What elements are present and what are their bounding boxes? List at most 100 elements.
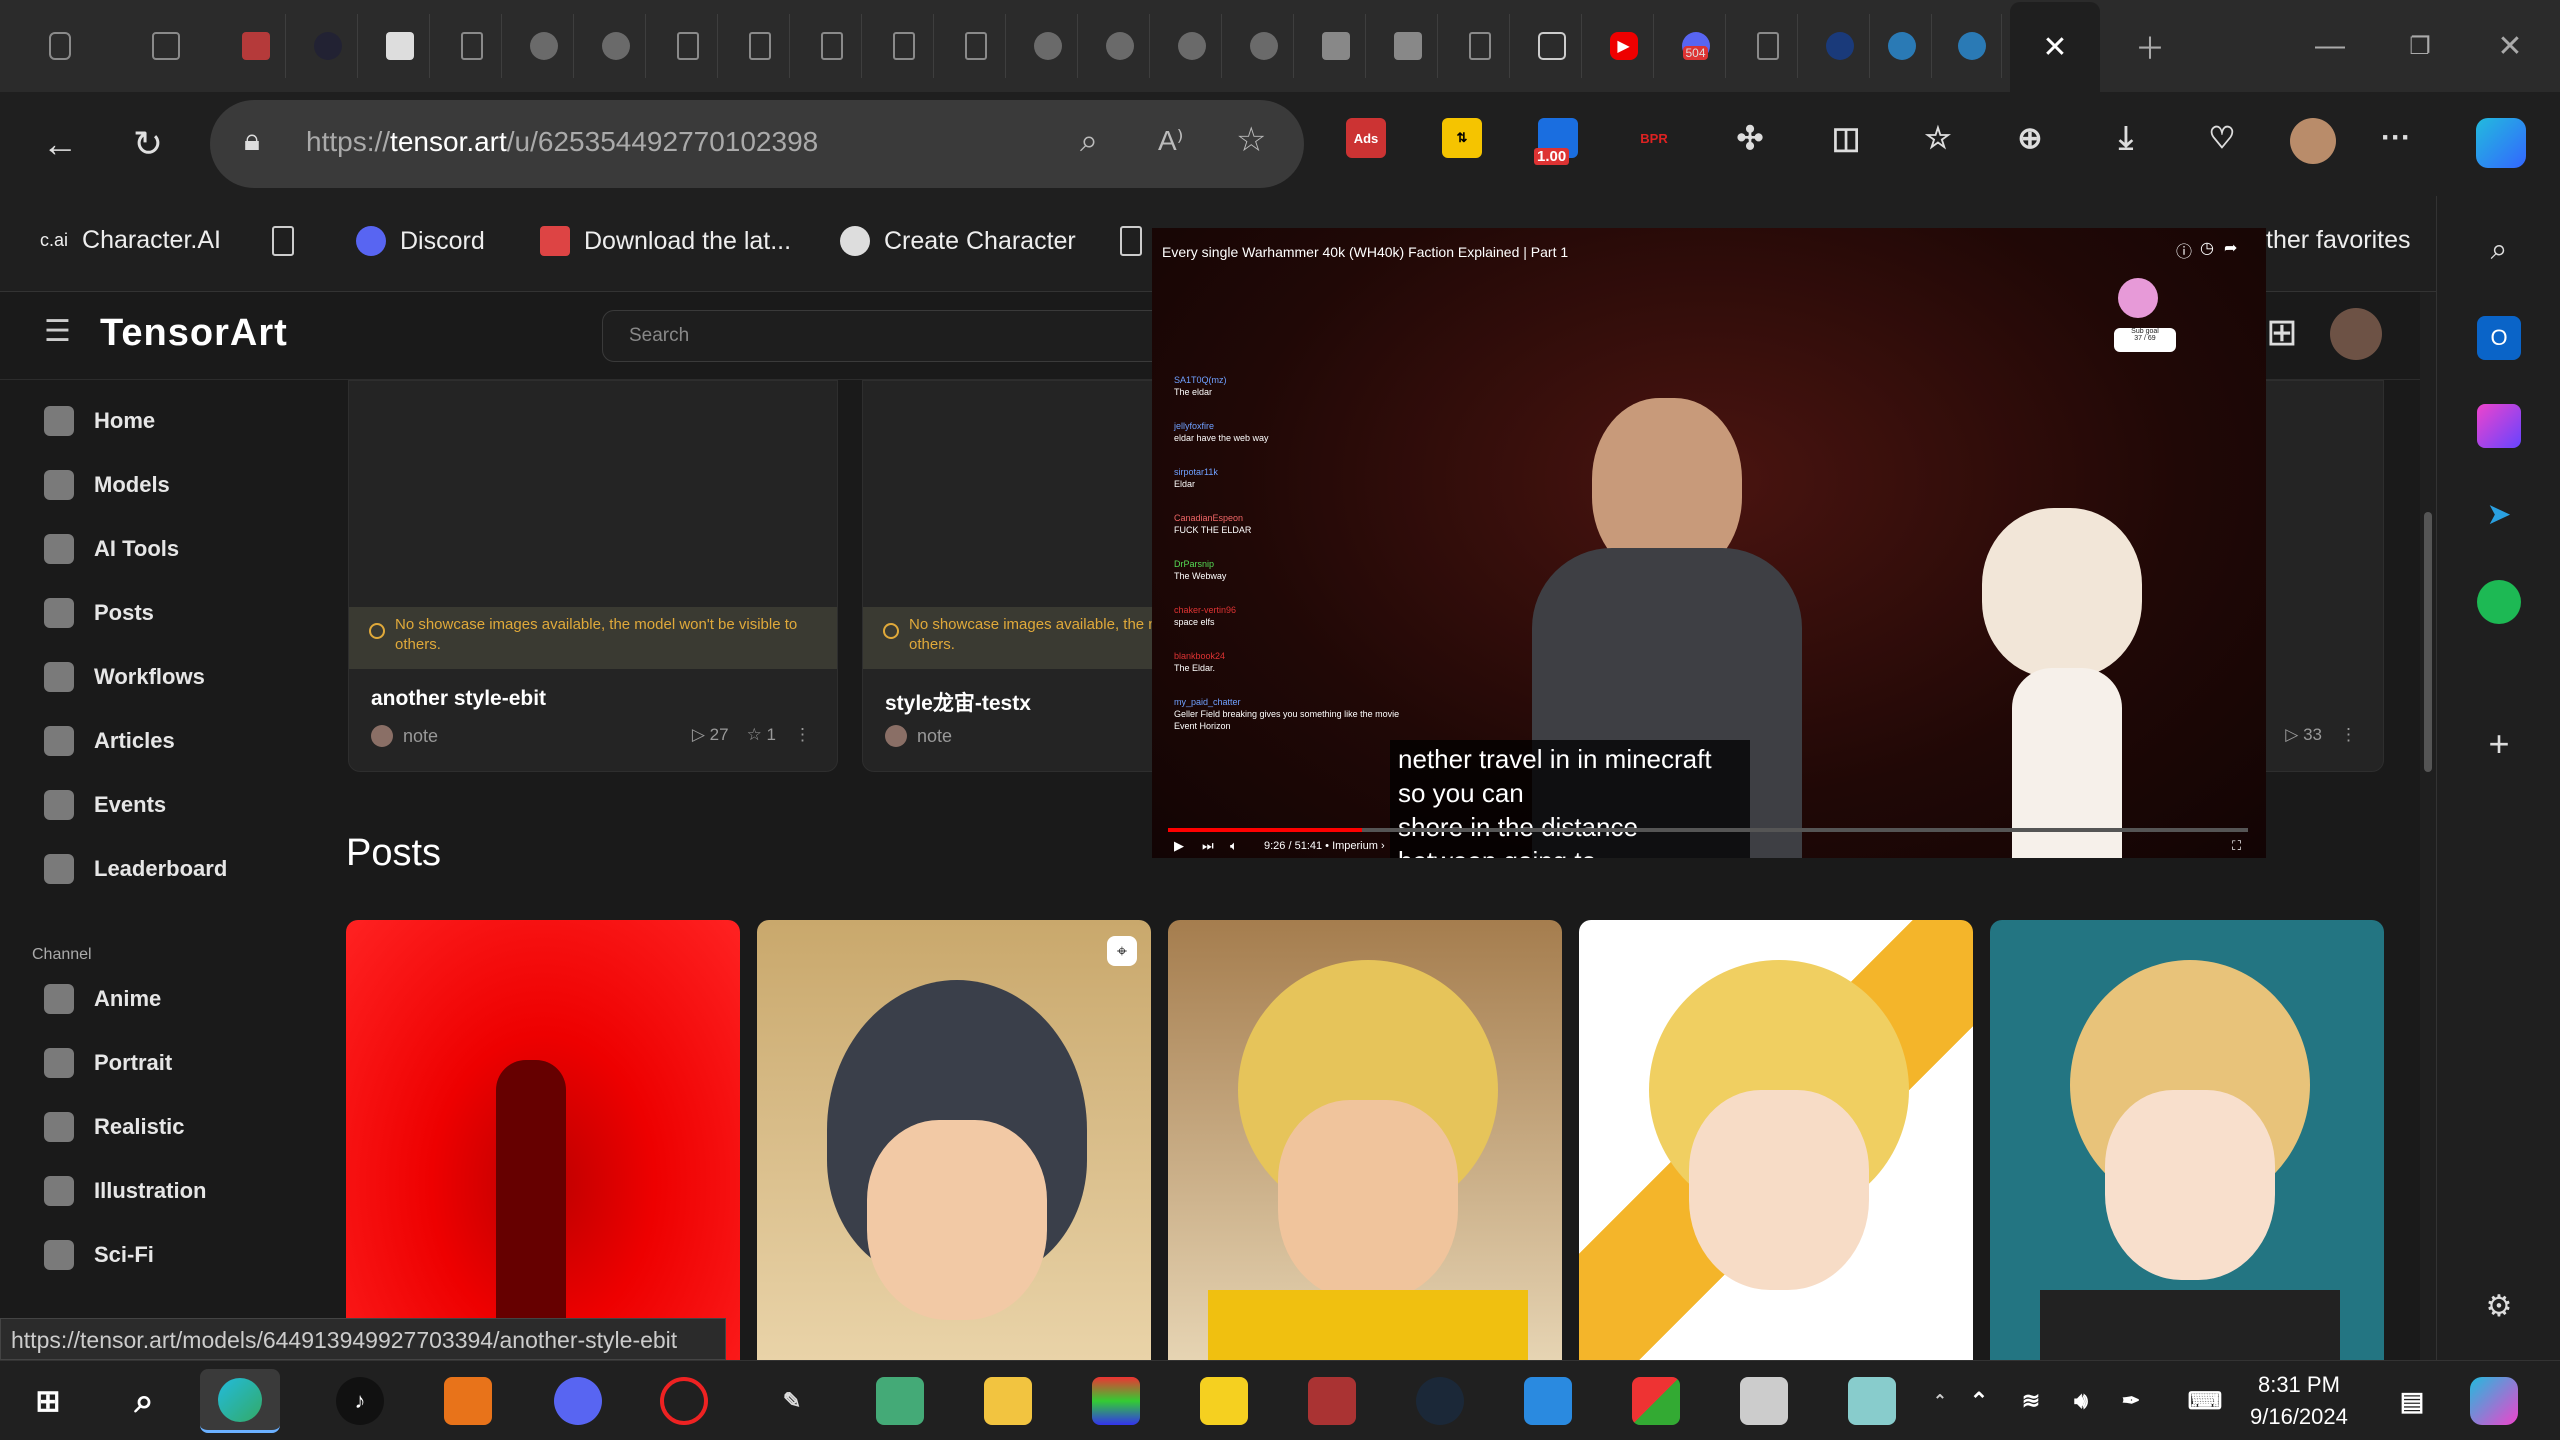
restore-button[interactable]: ❐ [2390,18,2450,74]
add-sidebar-app-icon[interactable]: + [2477,722,2521,766]
profile-avatar[interactable] [2290,118,2336,164]
file-explorer-icon[interactable] [984,1377,1032,1425]
post-image[interactable]: ⌖ [757,920,1151,1360]
wifi-icon[interactable]: ≋ [2014,1377,2048,1425]
winrar-icon[interactable] [1308,1377,1356,1425]
hamburger-menu-icon[interactable]: ☰ [44,314,71,349]
channel-sci-fi[interactable]: Sci-Fi [44,1240,154,1270]
favorite-character-ai[interactable]: c.ai Character.AI [40,226,221,255]
roblox-icon[interactable] [1740,1377,1788,1425]
designer-icon[interactable] [2477,404,2521,448]
post-image[interactable] [1579,920,1973,1360]
model-title[interactable]: another style-ebit [371,687,546,711]
copilot-icon[interactable] [2476,118,2526,168]
nav-posts[interactable]: Posts [44,598,154,628]
tab-1[interactable] [226,14,286,78]
minimize-button[interactable]: — [2300,18,2360,74]
search-icon[interactable]: ⌕ [120,1377,168,1425]
nav-leaderboard[interactable]: Leaderboard [44,854,227,884]
tab-3[interactable] [370,14,430,78]
counter-extension-icon[interactable]: 1.00 [1534,118,1578,165]
collections-icon[interactable]: ⊕ [2010,118,2050,158]
favorite-discord[interactable]: Discord [356,226,485,256]
telegram-icon[interactable]: ➤ [2477,492,2521,536]
search-icon[interactable]: ⌕ [2477,228,2521,272]
tab-5[interactable] [514,14,574,78]
site-logo[interactable]: TensorArt [100,312,288,355]
tab-16[interactable] [1306,14,1366,78]
lock-icon[interactable]: 🔒︎ [244,124,260,158]
tab-4[interactable] [442,14,502,78]
split-screen-icon[interactable]: ◫ [1826,118,1866,158]
tab-20[interactable] [1738,14,1798,78]
url-text[interactable]: https://tensor.art/u/625354492770102398 [306,126,818,158]
share-icon[interactable]: ➦ [2224,238,2237,258]
tab-8[interactable] [730,14,790,78]
favorite-download[interactable]: Download the lat... [540,226,791,256]
outlook-icon[interactable]: O [2477,316,2521,360]
keyboard-icon[interactable]: ⌨ [2180,1377,2230,1425]
close-tab-icon[interactable]: ✕ [2042,30,2067,65]
spotify-icon[interactable] [2477,580,2521,624]
nav-models[interactable]: Models [44,470,170,500]
video-time[interactable]: 9:26 / 51:41 • Imperium › [1264,840,1385,852]
zoom-icon[interactable]: ⌕ [1080,122,1098,160]
model-title[interactable]: style龙宙-testx [885,687,1031,717]
close-window-button[interactable]: ✕ [2480,18,2540,74]
roblox-studio-icon[interactable] [1524,1377,1572,1425]
microsoft-store-icon[interactable] [1632,1377,1680,1425]
more-options-icon[interactable]: ⋮ [2340,725,2357,745]
opera-icon[interactable] [660,1377,708,1425]
tab-14[interactable] [1162,14,1222,78]
post-image[interactable] [1990,920,2384,1360]
bpr-extension-icon[interactable]: BPR [1634,118,1674,158]
nav-events[interactable]: Events [44,790,166,820]
video-progress-bar[interactable] [1168,828,2248,832]
sidebar-settings-icon[interactable]: ⚙ [2477,1284,2521,1328]
new-tab-button[interactable]: ＋ [2120,18,2180,74]
tab-2[interactable] [298,14,358,78]
tab-22[interactable] [1872,14,1932,78]
sticky-app-icon[interactable] [444,1377,492,1425]
tab-youtube[interactable]: ▶ [1594,14,1654,78]
channel-realistic[interactable]: Realistic [44,1112,185,1142]
model-card[interactable]: No showcase images available, the model … [348,380,838,772]
image-search-icon[interactable]: ⌖ [1107,936,1137,966]
volume-icon[interactable]: 🔊︎ [2064,1377,2098,1425]
notepad-icon[interactable] [876,1377,924,1425]
ads-extension-icon[interactable]: Ads [1346,118,1386,158]
user-avatar[interactable] [2330,308,2382,360]
active-tab[interactable]: ✕ [2010,2,2100,92]
model-author[interactable]: note [885,725,952,747]
yellow-extension-icon[interactable]: ⇅ [1442,118,1482,158]
post-image[interactable] [346,920,740,1360]
channel-anime[interactable]: Anime [44,984,161,1014]
nav-ai-tools[interactable]: AI Tools [44,534,179,564]
tab-6[interactable] [586,14,646,78]
discord-icon[interactable] [554,1377,602,1425]
page-scrollbar[interactable] [2420,292,2436,1360]
post-image[interactable] [1168,920,1562,1360]
tab-11[interactable] [946,14,1006,78]
download-icon[interactable]: ⤓ [2106,118,2146,158]
notifications-icon[interactable]: ▤ [2388,1377,2436,1425]
favorites-icon[interactable]: ☆ [1918,118,1958,158]
tab-19[interactable] [1522,14,1582,78]
volume-icon[interactable]: 🔈︎ [1230,838,1238,854]
channel-illustration[interactable]: Illustration [44,1176,206,1206]
browser-essentials-icon[interactable]: ♡ [2202,118,2242,158]
nav-articles[interactable]: Articles [44,726,175,756]
nav-workflows[interactable]: Workflows [44,662,205,692]
apps-grid-icon[interactable]: ⊞ [2266,310,2298,355]
tab-23[interactable] [1942,14,2002,78]
copilot-taskbar-icon[interactable] [2470,1377,2518,1425]
show-hidden-icons[interactable]: ⌃ [1964,1377,1994,1425]
picture-in-picture-video[interactable]: Every single Warhammer 40k (WH40k) Facti… [1152,228,2266,858]
fullscreen-icon[interactable]: ⛶ [2232,838,2241,854]
nav-home[interactable]: Home [44,406,155,436]
model-author[interactable]: note [371,725,438,747]
tab-17[interactable] [1378,14,1438,78]
back-button[interactable]: ← [34,118,86,170]
favorite-doc-2[interactable] [1120,226,1142,256]
steam-icon[interactable] [1416,1377,1464,1425]
